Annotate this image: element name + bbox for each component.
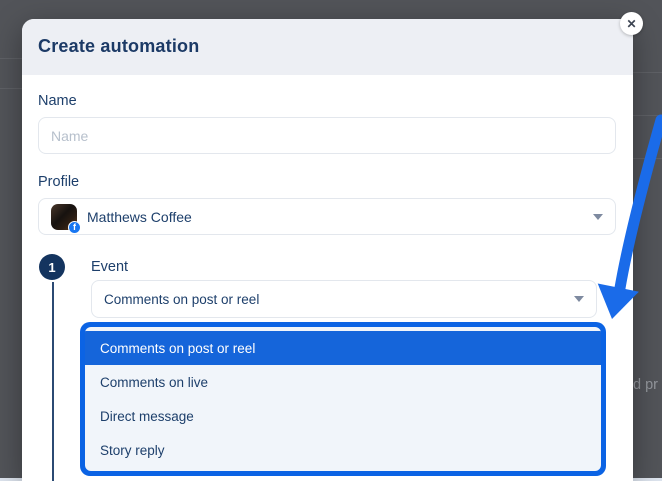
dropdown-option-comments-on-post-or-reel[interactable]: Comments on post or reel (85, 331, 601, 365)
chevron-down-icon (593, 213, 603, 220)
backdrop-row-divider (0, 88, 22, 89)
profile-label: Profile (38, 174, 80, 190)
step-number-badge: 1 (39, 254, 65, 280)
dropdown-option-comments-on-live[interactable]: Comments on live (85, 365, 601, 399)
create-automation-modal: Create automation Name Profile f Matthew… (22, 19, 633, 481)
event-dropdown: Comments on post or reel Comments on liv… (80, 322, 606, 476)
modal-header: Create automation (22, 19, 633, 75)
name-label: Name (38, 93, 77, 109)
event-label: Event (91, 259, 129, 275)
event-select-value: Comments on post or reel (104, 291, 260, 307)
backdrop-row-divider (633, 115, 662, 116)
background-text-fragment: d pr (633, 377, 658, 393)
dropdown-option-story-reply[interactable]: Story reply (85, 433, 601, 467)
close-button[interactable]: ✕ (620, 12, 643, 35)
facebook-badge-icon: f (68, 220, 81, 234)
profile-select[interactable]: f Matthews Coffee (38, 198, 616, 235)
avatar: f (51, 203, 81, 234)
backdrop-row-divider (633, 158, 662, 159)
step-connector-line (52, 282, 54, 481)
event-dropdown-panel: Comments on post or reel Comments on liv… (85, 327, 601, 471)
backdrop-row-divider (0, 58, 22, 59)
profile-select-value: Matthews Coffee (87, 208, 192, 225)
close-icon: ✕ (626, 16, 637, 31)
backdrop-row-divider (633, 72, 662, 73)
dropdown-option-direct-message[interactable]: Direct message (85, 399, 601, 433)
event-select[interactable]: Comments on post or reel (91, 280, 597, 318)
modal-title: Create automation (38, 36, 200, 56)
name-input[interactable] (38, 117, 616, 154)
screen: d pr Create automation Name Profile f Ma… (0, 0, 662, 481)
chevron-down-icon (574, 296, 584, 302)
